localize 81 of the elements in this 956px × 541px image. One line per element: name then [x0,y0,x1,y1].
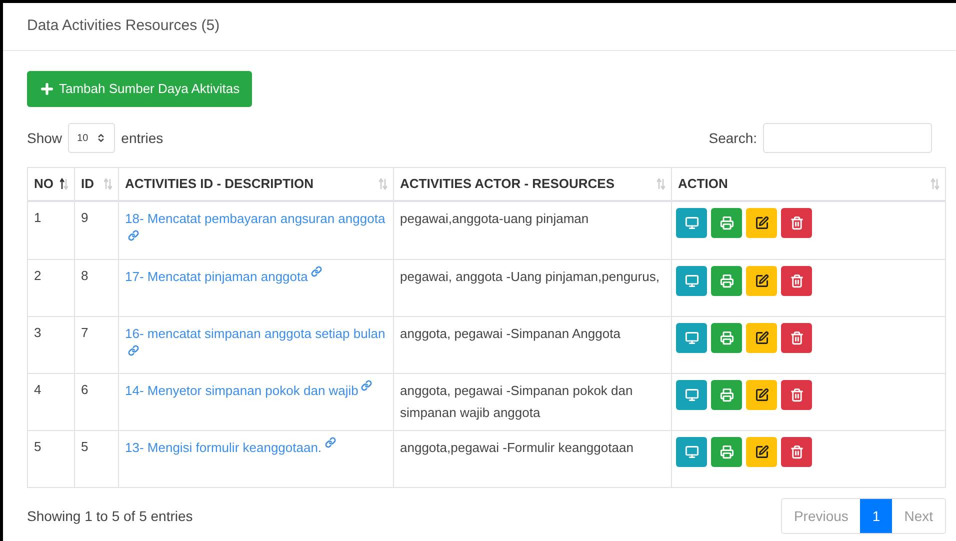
printer-icon [720,331,734,345]
table-info: Showing 1 to 5 of 5 entries [27,506,193,526]
table-cell: 1 [34,210,42,225]
edit-button[interactable] [746,437,777,467]
column-header[interactable]: NO [28,168,74,200]
column-header[interactable]: ACTIVITIES ACTOR - RESOURCES [393,168,671,200]
view-button[interactable] [676,380,707,410]
edit-icon [754,388,768,402]
column-header[interactable]: ACTIVITIES ID - DESCRIPTION [118,168,393,200]
table-cell: 9 [81,210,88,225]
page-button[interactable]: 1 [860,499,892,533]
link-icon [324,437,336,448]
column-header[interactable]: ID [74,168,118,200]
trash-icon [790,388,804,402]
plus-icon [39,81,55,97]
edit-button[interactable] [746,208,777,238]
show-label: Show [27,128,62,148]
link-icon [128,230,139,241]
delete-button[interactable] [781,208,812,238]
monitor-icon [684,274,698,288]
table-cell: 4 [34,382,42,397]
sort-icon [379,178,387,190]
column-header[interactable]: ACTION [671,168,945,200]
view-button[interactable] [676,208,707,238]
trash-icon [790,445,804,459]
delete-button[interactable] [781,380,812,410]
table-cell: 7 [81,325,88,340]
activity-link[interactable]: 13- Mengisi formulir keanggotaan. [125,440,322,455]
sort-icon [60,178,68,190]
search-label: Search: [708,128,757,148]
table-cell: anggota, pegawai -Simpanan Anggota [400,326,620,341]
entries-select[interactable]: 10 [68,123,116,153]
monitor-icon [684,445,698,459]
sort-icon [657,178,665,190]
printer-icon [720,388,734,402]
sort-icon [104,178,112,190]
trash-icon [790,274,804,288]
printer-icon [720,216,734,230]
table-cell: 5 [34,439,42,454]
link-icon [128,345,139,356]
entries-label: entries [121,128,164,148]
printer-icon [720,274,734,288]
delete-button[interactable] [781,266,812,296]
edit-button[interactable] [746,323,777,353]
activity-link[interactable]: 14- Menyetor simpanan pokok dan wajib [125,383,358,398]
edit-icon [754,331,768,345]
edit-button[interactable] [746,380,777,410]
edit-icon [754,216,768,230]
link-icon [310,266,322,277]
activity-link[interactable]: 18- Mencatat pembayaran angsuran anggota [125,211,386,226]
table-cell: 5 [81,439,88,454]
select-caret-icon [96,133,106,143]
monitor-icon [684,331,698,345]
delete-button[interactable] [781,437,812,467]
trash-icon [790,331,804,345]
view-button[interactable] [676,323,707,353]
activity-link[interactable]: 17- Mencatat pinjaman anggota [125,269,308,284]
table-cell: anggota,pegawai -Formulir keanggotaan [400,440,634,455]
add-button[interactable]: Tambah Sumber Daya Aktivitas [27,71,252,107]
activity-link[interactable]: 16- mencatat simpanan anggota setiap bulan [125,326,386,341]
edit-icon [754,274,768,288]
table-cell: 3 [34,325,42,340]
view-button[interactable] [676,266,707,296]
table-cell: 2 [34,268,42,283]
table-cell: anggota, pegawai -Simpanan pokok dan simpanan wajib anggota [400,383,633,420]
link-icon [361,380,372,391]
edit-icon [754,445,768,459]
monitor-icon [684,216,698,230]
table-cell: pegawai, anggota -Uang pinjaman,pengurus, [400,269,660,284]
trash-icon [790,216,804,230]
monitor-icon [684,388,698,402]
table-cell: 6 [81,382,88,397]
view-button[interactable] [676,437,707,467]
search-field[interactable] [763,123,932,153]
card-title: Data Activities Resources (5) [27,16,220,36]
sort-icon [931,178,939,190]
edit-button[interactable] [746,266,777,296]
delete-button[interactable] [781,323,812,353]
table-cell: 8 [81,268,88,283]
printer-icon [720,445,734,459]
table-cell: pegawai,anggota-uang pinjaman [400,211,589,226]
